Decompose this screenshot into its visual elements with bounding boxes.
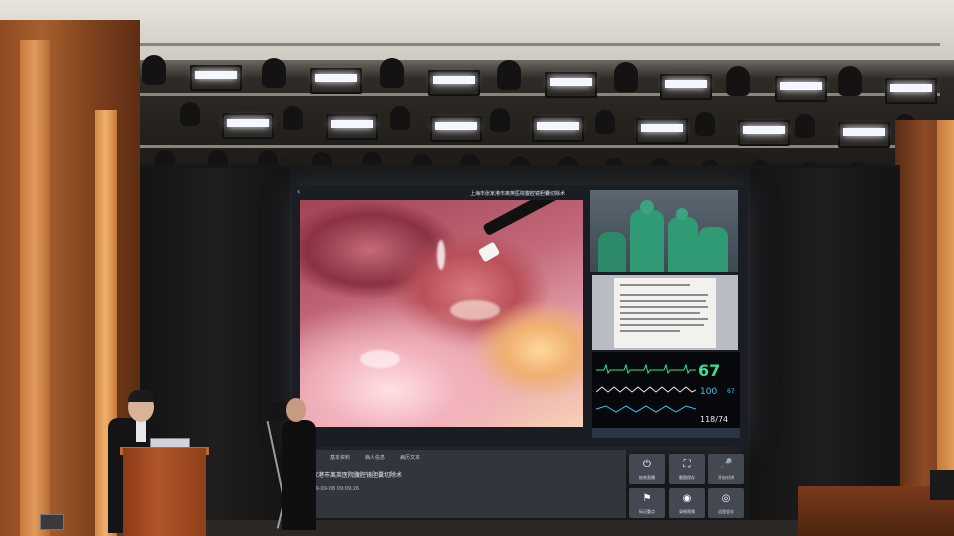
camera-operator-head <box>286 398 306 422</box>
spotlight-fixture <box>497 60 521 90</box>
spo2-value: 100 <box>700 387 718 397</box>
doc-text-line <box>620 300 706 302</box>
spotlight-fixture <box>595 110 615 134</box>
surgeon-head <box>676 208 688 220</box>
tab-basic-info[interactable]: 基本资料 <box>330 454 350 461</box>
tab-medical-record[interactable]: 病历文本 <box>400 454 420 461</box>
medical-document <box>614 278 716 348</box>
speaker-hair <box>128 390 154 402</box>
spotlight-fixture <box>838 66 862 96</box>
light-box-fixture <box>636 118 688 144</box>
surgical-instrument <box>482 200 559 237</box>
right-chair <box>930 470 954 500</box>
light-box-fixture <box>222 113 274 139</box>
spotlight-fixture <box>795 114 815 138</box>
wall-socket <box>40 514 64 530</box>
spotlight-fixture <box>614 62 638 92</box>
spotlight-fixture <box>142 55 166 85</box>
light-box-fixture <box>775 76 827 102</box>
surgeon-figure <box>598 232 626 272</box>
spotlight-fixture <box>726 66 750 96</box>
screen-title: 上海市张家港市离英医院腹腔镜胆囊切除术 <box>470 191 566 197</box>
ecg-waveform <box>596 364 696 374</box>
screenshot-icon: ⛶ <box>683 459 691 470</box>
heart-rate-value: 67 <box>698 361 721 380</box>
light-box-fixture <box>326 114 378 140</box>
flag-icon: ⚑ <box>642 493 652 504</box>
light-box-fixture <box>430 116 482 142</box>
spotlight-fixture <box>490 108 510 132</box>
doc-text-line <box>620 312 700 314</box>
power-button[interactable]: ⏻ 结束直播 <box>629 454 665 484</box>
video-call-button[interactable]: ◎ 远程会诊 <box>708 488 744 518</box>
spotlight-fixture <box>180 102 200 126</box>
control-label: 结束直播 <box>639 475 655 480</box>
doc-text-line <box>620 284 690 286</box>
lighting-rail <box>60 43 940 46</box>
right-wood-pillar <box>937 120 954 510</box>
light-box-fixture <box>545 72 597 98</box>
surgeon-head <box>640 200 654 214</box>
doc-text-line <box>620 324 704 326</box>
light-box-fixture <box>428 70 480 96</box>
tissue-highlight <box>437 240 445 270</box>
mic-icon: 🎤 <box>720 459 733 470</box>
case-title: 张家港市离英医院腹腔镜胆囊切除术 <box>306 472 403 479</box>
spotlight-fixture <box>283 106 303 130</box>
doc-text-line <box>620 306 708 308</box>
instrument-tip <box>477 241 501 263</box>
spotlight-fixture <box>695 112 715 136</box>
record-button[interactable]: ◉ 录制视频 <box>669 488 705 518</box>
ceiling-panel <box>0 0 954 60</box>
screenshot-button[interactable]: ⛶ 截图保存 <box>669 454 705 484</box>
spotlight-fixture <box>390 106 410 130</box>
monitor-status-bar <box>592 428 740 438</box>
video-camera <box>268 402 286 420</box>
light-box-fixture <box>885 78 937 104</box>
surgeon-figure <box>630 210 664 272</box>
light-box-fixture <box>660 74 712 100</box>
resp-waveform <box>596 405 696 413</box>
power-icon: ⏻ <box>643 459 651 470</box>
control-label: 标记重点 <box>639 509 655 514</box>
control-label: 远程会诊 <box>718 509 734 514</box>
doc-text-line <box>620 294 708 296</box>
surgeon-figure <box>668 217 698 272</box>
video-call-icon: ◎ <box>721 493 731 504</box>
light-box-fixture <box>310 68 362 94</box>
tab-patient-info[interactable]: 病人信息 <box>365 454 385 461</box>
back-icon[interactable]: ‹ <box>297 187 300 196</box>
tissue-highlight <box>450 300 500 320</box>
pulse-value: 67 <box>727 388 735 395</box>
stage-curtain-right <box>750 168 895 536</box>
flag-button[interactable]: ⚑ 标记重点 <box>629 488 665 518</box>
pleth-waveform <box>596 386 696 393</box>
light-box-fixture <box>190 65 242 91</box>
tissue-highlight <box>360 350 400 368</box>
light-box-fixture <box>738 120 790 146</box>
mic-button[interactable]: 🎤 开启对讲 <box>708 454 744 484</box>
record-icon: ◉ <box>682 493 692 504</box>
control-label: 开启对讲 <box>718 475 734 480</box>
control-label: 录制视频 <box>679 509 695 514</box>
laparoscopic-video <box>300 200 583 427</box>
podium <box>123 448 206 536</box>
lighting-rail <box>110 145 910 148</box>
blood-pressure-value: 118/74 <box>700 415 729 424</box>
doc-text-line <box>620 330 680 332</box>
light-box-fixture <box>838 122 890 148</box>
speaker-shirt <box>136 420 146 442</box>
doc-text-line <box>620 318 708 320</box>
surgeon-figure <box>698 227 728 272</box>
spotlight-fixture <box>380 58 404 88</box>
left-wood-edge <box>20 40 50 536</box>
camera-operator-body <box>282 420 316 530</box>
spotlight-fixture <box>262 58 286 88</box>
operating-room-camera <box>590 190 738 272</box>
control-label: 截图保存 <box>679 475 695 480</box>
light-box-fixture <box>532 116 584 142</box>
